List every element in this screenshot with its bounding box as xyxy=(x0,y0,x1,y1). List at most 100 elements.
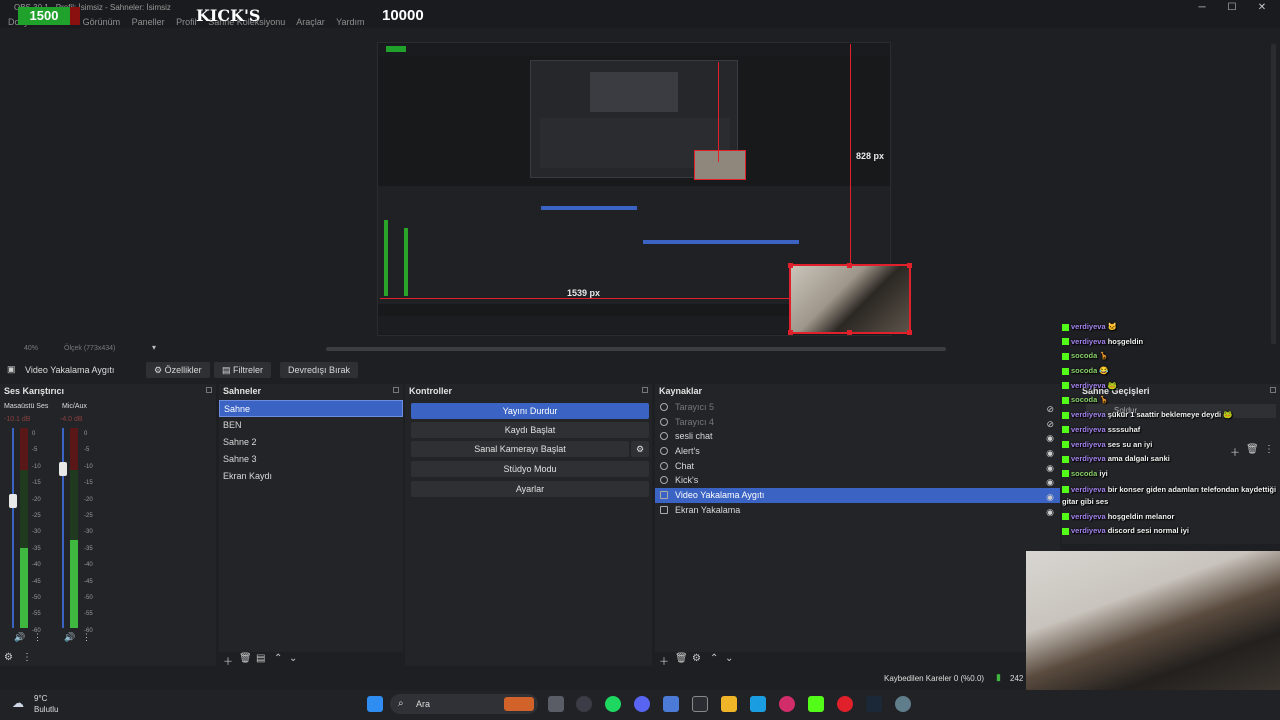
nested-preview-content xyxy=(590,72,678,112)
scale-tick: -50 xyxy=(84,595,93,602)
close-button[interactable]: ✕ xyxy=(1252,2,1272,16)
resize-handle[interactable] xyxy=(907,330,912,335)
volume-slider-handle[interactable] xyxy=(9,494,17,508)
resize-handle[interactable] xyxy=(847,263,852,268)
chat-message: socoda 🦒 xyxy=(1062,349,1280,364)
settings-icon[interactable] xyxy=(895,696,911,712)
chat-overlay: verdiyeva 🐱 verdiyeva hoşgeldin socoda 🦒… xyxy=(1062,320,1280,539)
selected-source-name: Video Yakalama Aygıtı xyxy=(25,365,115,375)
source-item[interactable]: Alert's ◉ xyxy=(655,444,1060,459)
more-vertical-icon[interactable]: ⋮ xyxy=(22,652,32,663)
filters-button[interactable]: ▤ Filtreler xyxy=(214,362,272,378)
trash-icon[interactable]: 🗑 xyxy=(675,653,688,664)
windows-start-icon[interactable] xyxy=(367,696,383,712)
calendar-icon[interactable] xyxy=(663,696,679,712)
app-icon[interactable] xyxy=(692,696,708,712)
more-vertical-icon[interactable]: ⋮ xyxy=(33,632,42,643)
resize-handle[interactable] xyxy=(788,330,793,335)
dock-undock-icon[interactable] xyxy=(206,387,212,393)
chat-username: verdiyeva xyxy=(1071,454,1106,464)
scale-label[interactable]: Ölçek (773x434) xyxy=(64,345,115,352)
move-down-icon[interactable]: ⌄ xyxy=(725,653,733,664)
status-bar xyxy=(0,666,1026,688)
zoom-level[interactable]: 40% xyxy=(24,345,38,352)
move-up-icon[interactable]: ⌃ xyxy=(710,653,718,664)
webcam-source-selected[interactable] xyxy=(788,263,912,335)
move-down-icon[interactable]: ⌄ xyxy=(289,653,297,664)
eye-icon[interactable]: ◉ xyxy=(1046,505,1054,520)
menu-profile[interactable]: Profil xyxy=(176,17,197,27)
dock-undock-icon[interactable] xyxy=(393,387,399,393)
maximize-button[interactable]: ☐ xyxy=(1222,2,1242,16)
trash-icon[interactable]: 🗑 xyxy=(239,653,252,664)
properties-button[interactable]: ⚙ Özellikler xyxy=(146,362,210,378)
dock-undock-icon[interactable] xyxy=(642,387,648,393)
virtual-camera-button[interactable]: Sanal Kamerayı Başlat xyxy=(411,441,629,457)
nested-titlebar xyxy=(378,44,890,56)
steam-icon[interactable] xyxy=(866,696,882,712)
source-item[interactable]: Tarayıcı 5 ⊘ xyxy=(655,400,1060,415)
speaker-icon[interactable]: 🔊 xyxy=(14,632,25,643)
filter-icon[interactable]: ▤ xyxy=(256,653,265,664)
speaker-icon[interactable]: 🔊 xyxy=(64,632,75,643)
more-vertical-icon[interactable]: ⋮ xyxy=(82,632,91,643)
source-item[interactable]: sesli chat ◉ xyxy=(655,429,1060,444)
chat-text: hoşgeldin xyxy=(1107,336,1144,346)
deactivate-button[interactable]: Devredışı Bırak xyxy=(280,362,359,378)
menu-tools[interactable]: Araçlar xyxy=(296,17,325,27)
menu-docks[interactable]: Paneller xyxy=(132,17,165,27)
scene-item-ekran-kaydi[interactable]: Ekran Kaydı xyxy=(219,468,403,485)
photos-icon[interactable] xyxy=(750,696,766,712)
chat-username: verdiyeva xyxy=(1071,410,1106,420)
chat-text: iyi xyxy=(1099,468,1108,478)
record-icon[interactable] xyxy=(837,696,853,712)
scene-item-sahne-3[interactable]: Sahne 3 xyxy=(219,451,403,468)
gear-icon[interactable]: ⚙ xyxy=(692,653,701,664)
volume-slider-track[interactable] xyxy=(12,428,14,628)
preview-scrollbar[interactable] xyxy=(326,347,946,351)
menu-help[interactable]: Yardım xyxy=(336,17,364,27)
overlay-title: KICK'S xyxy=(196,6,261,25)
kick-icon[interactable] xyxy=(808,696,824,712)
folder-icon[interactable] xyxy=(721,696,737,712)
spotify-icon[interactable] xyxy=(605,696,621,712)
scale-tick: -45 xyxy=(84,578,93,585)
task-view-icon[interactable] xyxy=(548,696,564,712)
chat-text: discord sesi normal iyi xyxy=(1107,526,1189,536)
resize-handle[interactable] xyxy=(788,263,793,268)
minimize-button[interactable]: ─ xyxy=(1192,2,1212,16)
source-item[interactable]: Ekran Yakalama ◉ xyxy=(655,503,1060,518)
source-item-selected[interactable]: Video Yakalama Aygıtı ◉ xyxy=(655,488,1060,503)
volume-slider-track[interactable] xyxy=(62,428,64,628)
discord-icon[interactable] xyxy=(634,696,650,712)
weather-cloud-icon[interactable]: ☁ xyxy=(12,696,24,710)
source-label: Tarayıcı 4 xyxy=(675,416,715,427)
resize-handle[interactable] xyxy=(847,330,852,335)
chat-username: verdiyeva xyxy=(1071,336,1106,346)
stop-stream-button[interactable]: Yayını Durdur xyxy=(411,403,649,419)
filter-icon: ▤ xyxy=(222,365,234,375)
settings-button[interactable]: Ayarlar xyxy=(411,481,649,497)
scene-item-sahne-2[interactable]: Sahne 2 xyxy=(219,434,403,451)
studio-mode-button[interactable]: Stüdyo Modu xyxy=(411,461,649,477)
menu-view[interactable]: Görünüm xyxy=(83,17,121,27)
mixer-settings-icon[interactable]: ⚙ xyxy=(4,652,13,663)
scene-item-sahne[interactable]: Sahne xyxy=(219,400,403,417)
source-item[interactable]: Kick's ◉ xyxy=(655,473,1060,488)
move-up-icon[interactable]: ⌃ xyxy=(274,653,282,664)
scale-dropdown-icon[interactable]: ▾ xyxy=(152,343,156,352)
webcam-overlay xyxy=(1026,551,1280,691)
obs-icon[interactable] xyxy=(576,696,592,712)
scene-item-ben[interactable]: BEN xyxy=(219,417,403,434)
start-recording-button[interactable]: Kaydı Başlat xyxy=(411,422,649,438)
volume-slider-handle[interactable] xyxy=(59,462,67,476)
chat-message: verdiyeva 🐸 xyxy=(1062,379,1280,394)
resize-handle[interactable] xyxy=(907,263,912,268)
mixer-channel-1-name: Masaüstü Ses xyxy=(4,403,49,410)
chat-text: 😂 xyxy=(1099,366,1109,376)
source-item[interactable]: Tarayıcı 4 ⊘ xyxy=(655,415,1060,430)
opera-icon[interactable] xyxy=(779,696,795,712)
virtual-camera-settings-icon[interactable]: ⚙ xyxy=(631,441,649,457)
source-item[interactable]: Chat ◉ xyxy=(655,459,1060,474)
preview-vertical-scrollbar[interactable] xyxy=(1271,44,1276,344)
